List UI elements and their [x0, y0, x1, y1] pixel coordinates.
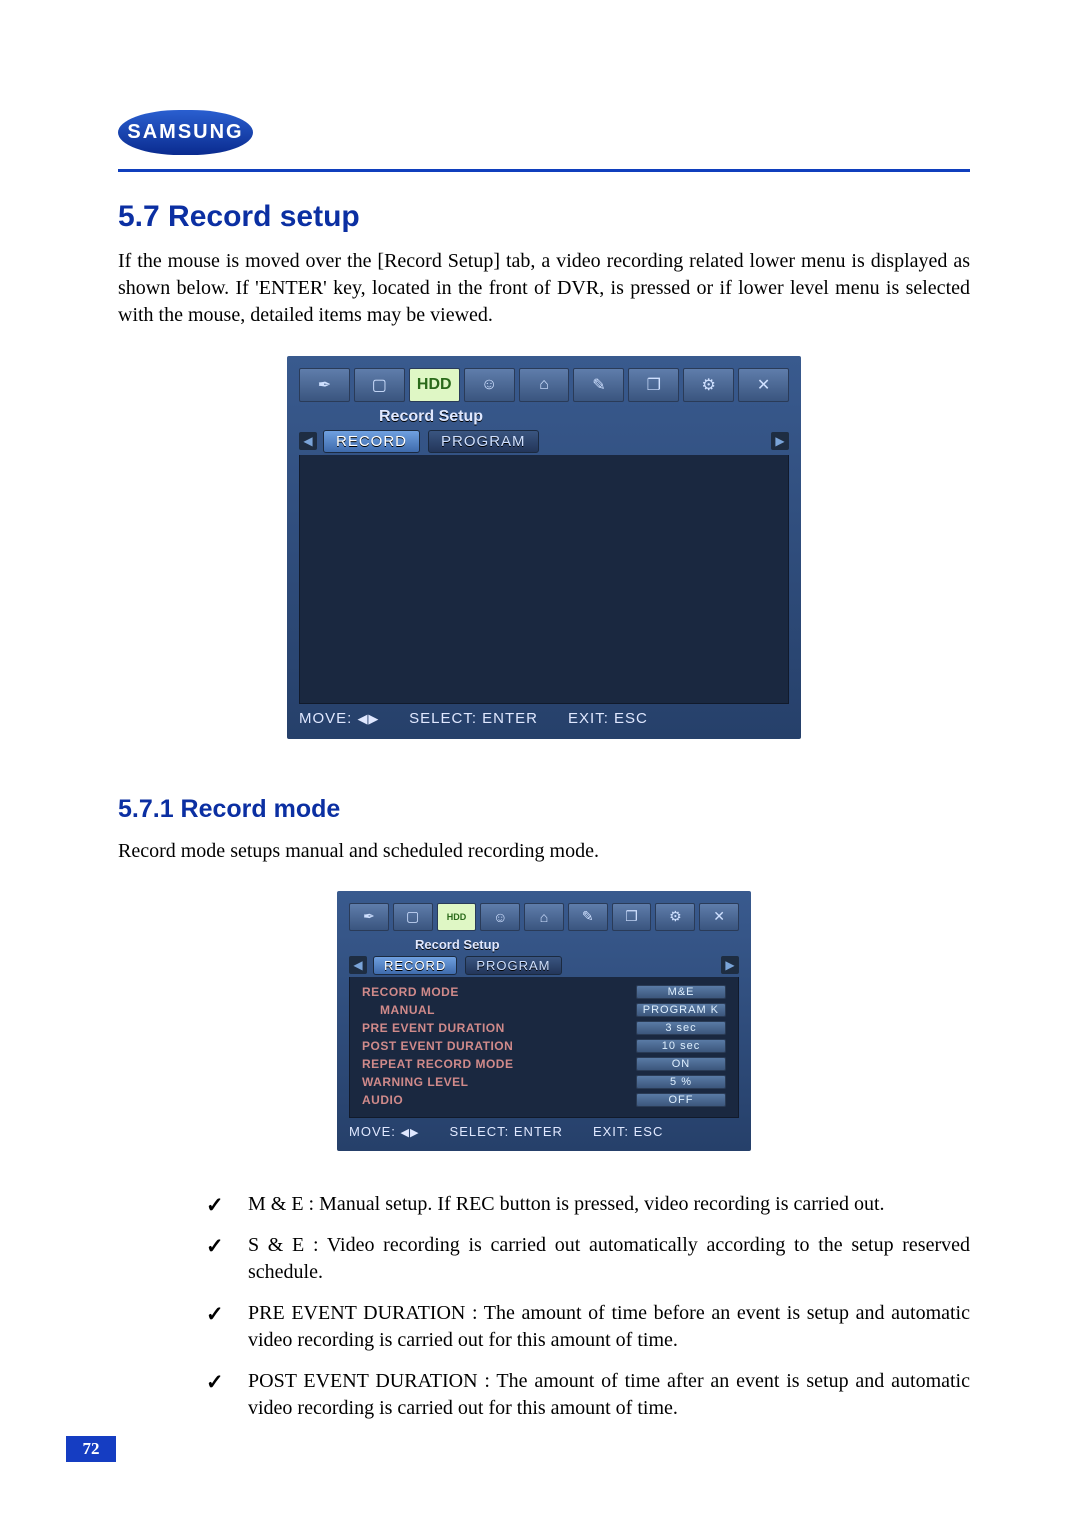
page-number: 72 — [66, 1436, 116, 1462]
hdd-icon[interactable]: HDD — [437, 903, 477, 931]
people-icon[interactable]: ☺ — [464, 368, 515, 402]
setting-value[interactable]: ON — [636, 1057, 726, 1071]
note-item: PRE EVENT DURATION : The amount of time … — [118, 1300, 970, 1368]
lock-icon[interactable]: ⌂ — [524, 903, 564, 931]
osd1-iconbar: ✒ ▢ HDD ☺ ⌂ ✎ ❐ ⚙ ✕ — [299, 368, 789, 402]
paragraph-record-setup: If the mouse is moved over the [Record S… — [118, 248, 970, 330]
setting-label: MANUAL — [380, 1003, 435, 1017]
wrench-icon[interactable]: ✒ — [349, 903, 389, 931]
setting-row: AUDIO OFF — [362, 1091, 726, 1109]
osd-screenshot-2: ✒ ▢ HDD ☺ ⌂ ✎ ❐ ⚙ ✕ Record Setup ◀ RECOR… — [337, 891, 751, 1151]
samsung-logo-text: SAMSUNG — [127, 121, 243, 144]
setting-value[interactable]: 5 % — [636, 1075, 726, 1089]
setting-label: RECORD MODE — [362, 985, 459, 999]
doc-icon[interactable]: ❐ — [612, 903, 652, 931]
osd1-tabbar: ◀ RECORD PROGRAM ▶ — [299, 430, 789, 453]
setting-row: RECORD MODE M&E — [362, 983, 726, 1001]
wrench-icon[interactable]: ✒ — [299, 368, 350, 402]
figure-record-mode-detail: ✒ ▢ HDD ☺ ⌂ ✎ ❐ ⚙ ✕ Record Setup ◀ RECOR… — [118, 891, 970, 1151]
status-move: MOVE: ◀▶ — [349, 1124, 420, 1139]
osd1-title: Record Setup — [379, 408, 789, 426]
heading-record-setup: 5.7 Record setup — [118, 200, 970, 234]
osd2-settings-list: RECORD MODE M&E MANUAL PROGRAM K PRE EVENT D… — [349, 977, 739, 1118]
tabbar-right-arrow-icon[interactable]: ▶ — [721, 956, 739, 974]
setting-row: PRE EVENT DURATION 3 sec — [362, 1019, 726, 1037]
osd2-title: Record Setup — [415, 937, 739, 952]
tabbar-left-arrow-icon[interactable]: ◀ — [299, 432, 317, 450]
note-item: M & E : Manual setup. If REC button is p… — [118, 1191, 970, 1232]
figure-record-setup-tabs: ✒ ▢ HDD ☺ ⌂ ✎ ❐ ⚙ ✕ Record Setup ◀ RECOR… — [118, 356, 970, 739]
tab-program[interactable]: PROGRAM — [465, 956, 561, 975]
setting-label: REPEAT RECORD MODE — [362, 1057, 513, 1071]
pencil-icon[interactable]: ✎ — [568, 903, 608, 931]
tab-record[interactable]: RECORD — [323, 430, 420, 453]
status-select: SELECT: ENTER — [409, 710, 538, 727]
osd-screenshot-1: ✒ ▢ HDD ☺ ⌂ ✎ ❐ ⚙ ✕ Record Setup ◀ RECOR… — [287, 356, 801, 739]
lock-icon[interactable]: ⌂ — [519, 368, 570, 402]
setting-row: WARNING LEVEL 5 % — [362, 1073, 726, 1091]
status-select: SELECT: ENTER — [450, 1124, 563, 1139]
osd1-content-area — [299, 455, 789, 704]
samsung-logo: SAMSUNG — [118, 110, 253, 155]
setting-label: PRE EVENT DURATION — [362, 1021, 505, 1035]
tabbar-right-arrow-icon[interactable]: ▶ — [771, 432, 789, 450]
setting-row: POST EVENT DURATION 10 sec — [362, 1037, 726, 1055]
monitor-icon[interactable]: ▢ — [393, 903, 433, 931]
setting-row: REPEAT RECORD MODE ON — [362, 1055, 726, 1073]
setting-row: MANUAL PROGRAM K — [362, 1001, 726, 1019]
paragraph-record-mode: Record mode setups manual and scheduled … — [118, 838, 970, 865]
status-move: MOVE: ◀▶ — [299, 710, 379, 727]
manual-page: SAMSUNG 5.7 Record setup If the mouse is… — [0, 0, 1080, 1526]
setting-value[interactable]: 10 sec — [636, 1039, 726, 1053]
tabbar-left-arrow-icon[interactable]: ◀ — [349, 956, 367, 974]
setting-value[interactable]: PROGRAM K — [636, 1003, 726, 1017]
status-exit: EXIT: ESC — [593, 1124, 663, 1139]
osd2-tabbar: ◀ RECORD PROGRAM ▶ — [349, 956, 739, 975]
record-mode-notes: M & E : Manual setup. If REC button is p… — [118, 1191, 970, 1436]
network-icon[interactable]: ⚙ — [683, 368, 734, 402]
osd2-iconbar: ✒ ▢ HDD ☺ ⌂ ✎ ❐ ⚙ ✕ — [349, 903, 739, 931]
setting-value[interactable]: M&E — [636, 985, 726, 999]
setting-label: AUDIO — [362, 1093, 403, 1107]
setting-value[interactable]: OFF — [636, 1093, 726, 1107]
osd1-statusbar: MOVE: ◀▶ SELECT: ENTER EXIT: ESC — [299, 710, 789, 727]
people-icon[interactable]: ☺ — [480, 903, 520, 931]
note-item: S & E : Video recording is carried out a… — [118, 1232, 970, 1300]
setting-label: POST EVENT DURATION — [362, 1039, 513, 1053]
tab-program[interactable]: PROGRAM — [428, 430, 539, 453]
close-icon[interactable]: ✕ — [738, 368, 789, 402]
close-icon[interactable]: ✕ — [699, 903, 739, 931]
osd2-statusbar: MOVE: ◀▶ SELECT: ENTER EXIT: ESC — [349, 1124, 739, 1139]
header-divider — [118, 169, 970, 172]
setting-label: WARNING LEVEL — [362, 1075, 469, 1089]
doc-icon[interactable]: ❐ — [628, 368, 679, 402]
tab-record[interactable]: RECORD — [373, 956, 457, 975]
setting-value[interactable]: 3 sec — [636, 1021, 726, 1035]
monitor-icon[interactable]: ▢ — [354, 368, 405, 402]
hdd-icon[interactable]: HDD — [409, 368, 460, 402]
note-item: POST EVENT DURATION : The amount of time… — [118, 1368, 970, 1436]
pencil-icon[interactable]: ✎ — [573, 368, 624, 402]
status-exit: EXIT: ESC — [568, 710, 648, 727]
heading-record-mode: 5.7.1 Record mode — [118, 795, 970, 824]
network-icon[interactable]: ⚙ — [655, 903, 695, 931]
